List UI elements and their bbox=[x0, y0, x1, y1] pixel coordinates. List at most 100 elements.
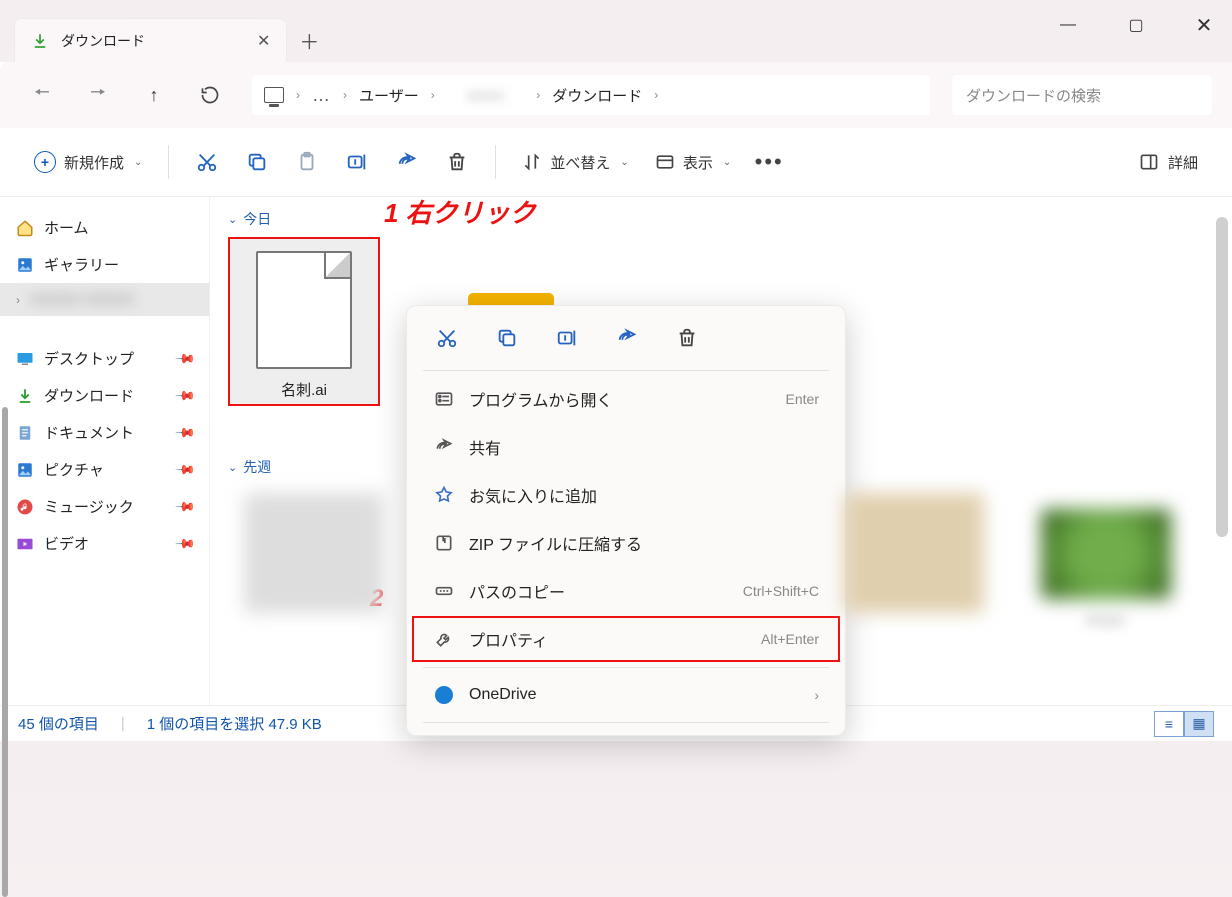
file-name: 名刺.ai bbox=[234, 379, 374, 400]
file-blurred[interactable] bbox=[844, 493, 984, 613]
nav-label: ビデオ bbox=[44, 533, 89, 554]
nav-label: ピクチャ bbox=[44, 459, 104, 480]
minimize-button[interactable]: — bbox=[1052, 16, 1084, 34]
file-blurred[interactable] bbox=[244, 493, 384, 613]
nav-label: ギャラリー bbox=[44, 254, 119, 275]
delete-button[interactable] bbox=[673, 324, 701, 352]
share-button[interactable] bbox=[385, 140, 429, 184]
sort-button[interactable]: 並べ替え ⌄ bbox=[512, 146, 638, 179]
separator bbox=[423, 370, 829, 371]
chevron-right-icon: › bbox=[431, 88, 435, 102]
separator bbox=[423, 722, 829, 723]
rename-button[interactable] bbox=[553, 324, 581, 352]
content-scrollbar[interactable] bbox=[1216, 217, 1228, 537]
nav-pictures[interactable]: ピクチャ 📌 bbox=[0, 451, 209, 488]
nav-label: ドキュメント bbox=[44, 422, 134, 443]
breadcrumb-users[interactable]: ユーザー bbox=[359, 85, 419, 106]
pin-icon: 📌 bbox=[174, 347, 197, 370]
chevron-down-icon: ⌄ bbox=[228, 213, 237, 226]
pictures-icon bbox=[16, 461, 34, 479]
up-button[interactable]: ↑ bbox=[132, 73, 176, 117]
refresh-button[interactable] bbox=[188, 73, 232, 117]
close-window-button[interactable]: ✕ bbox=[1188, 13, 1220, 38]
nav-label: ホーム bbox=[44, 217, 89, 238]
nav-desktop[interactable]: デスクトップ 📌 bbox=[0, 340, 209, 377]
tab-strip: ダウンロード ✕ ＋ bbox=[0, 0, 331, 62]
cut-button[interactable] bbox=[185, 140, 229, 184]
delete-button[interactable] bbox=[435, 140, 479, 184]
maximize-button[interactable]: ▢ bbox=[1120, 15, 1152, 35]
ctx-shortcut: Alt+Enter bbox=[761, 631, 819, 647]
new-tab-button[interactable]: ＋ bbox=[287, 18, 331, 62]
tab-downloads[interactable]: ダウンロード ✕ bbox=[14, 18, 287, 62]
nav-documents[interactable]: ドキュメント 📌 bbox=[0, 414, 209, 451]
nav-label: ダウンロード bbox=[44, 385, 134, 406]
annotation-1: 1 右クリック bbox=[384, 193, 536, 230]
documents-icon bbox=[16, 424, 34, 442]
separator bbox=[495, 145, 496, 179]
chevron-down-icon: ⌄ bbox=[228, 461, 237, 474]
tab-close-icon[interactable]: ✕ bbox=[257, 31, 270, 51]
breadcrumb-overflow[interactable]: … bbox=[312, 85, 331, 106]
back-button[interactable]: 🠔 bbox=[20, 73, 64, 117]
file-tile-selected[interactable]: 名刺.ai bbox=[228, 237, 380, 406]
nav-music[interactable]: ミュージック 📌 bbox=[0, 488, 209, 525]
panel-icon bbox=[1138, 152, 1160, 172]
ctx-open-with[interactable]: プログラムから開く Enter bbox=[411, 375, 841, 423]
ctx-label: プログラムから開く bbox=[469, 387, 613, 411]
search-input[interactable]: ダウンロードの検索 bbox=[952, 75, 1212, 115]
view-icon bbox=[655, 152, 675, 172]
chevron-right-icon: › bbox=[296, 88, 300, 102]
title-bar: ダウンロード ✕ ＋ — ▢ ✕ bbox=[0, 0, 1232, 62]
ctx-shortcut: Enter bbox=[786, 391, 819, 407]
view-label: 表示 bbox=[683, 152, 713, 173]
nav-videos[interactable]: ビデオ 📌 bbox=[0, 525, 209, 562]
new-label: 新規作成 bbox=[64, 152, 124, 173]
download-icon bbox=[31, 32, 49, 50]
videos-icon bbox=[16, 535, 34, 553]
share-button[interactable] bbox=[613, 324, 641, 352]
nav-label: ミュージック bbox=[44, 496, 134, 517]
more-button[interactable]: ••• bbox=[747, 140, 791, 184]
nav-label: デスクトップ bbox=[44, 348, 134, 369]
nav-downloads[interactable]: ダウンロード 📌 bbox=[0, 377, 209, 414]
search-placeholder: ダウンロードの検索 bbox=[966, 85, 1101, 106]
view-details-button[interactable]: ≡ bbox=[1154, 711, 1184, 737]
group-today[interactable]: ⌄ 今日 bbox=[228, 209, 1214, 229]
nav-bar: 🠔 🠖 ↑ › … › ユーザー › xxxxx › ダウンロード › ダウンロ… bbox=[0, 62, 1232, 128]
details-panel-button[interactable]: 詳細 bbox=[1128, 146, 1208, 179]
view-icons-button[interactable]: ▦ bbox=[1184, 711, 1214, 737]
view-toggles: ≡ ▦ bbox=[1154, 711, 1214, 737]
breadcrumb-user-hidden[interactable]: xxxxx bbox=[447, 87, 525, 104]
address-bar[interactable]: › … › ユーザー › xxxxx › ダウンロード › bbox=[252, 75, 930, 115]
copy-button[interactable] bbox=[235, 140, 279, 184]
nav-label: XXXXX XXXXX bbox=[30, 291, 134, 308]
header-section: 🠔 🠖 ↑ › … › ユーザー › xxxxx › ダウンロード › ダウンロ… bbox=[0, 62, 1232, 197]
context-icon-row bbox=[411, 318, 841, 366]
copy-button[interactable] bbox=[493, 324, 521, 352]
plus-circle-icon: + bbox=[34, 151, 56, 173]
rename-button[interactable] bbox=[335, 140, 379, 184]
main-area: ホーム ギャラリー › XXXXX XXXXX デスクトップ 📌 ダウンロード … bbox=[0, 197, 1232, 705]
ctx-share[interactable]: 共有 bbox=[411, 423, 841, 471]
forward-button[interactable]: 🠖 bbox=[76, 73, 120, 117]
nav-user-hidden[interactable]: › XXXXX XXXXX bbox=[0, 283, 209, 316]
nav-home[interactable]: ホーム bbox=[0, 209, 209, 246]
ctx-onedrive[interactable]: OneDrive › bbox=[411, 672, 841, 718]
chevron-down-icon: ⌄ bbox=[620, 157, 628, 168]
cut-button[interactable] bbox=[433, 324, 461, 352]
download-icon bbox=[16, 387, 34, 405]
file-blurred[interactable] bbox=[1041, 509, 1171, 599]
ctx-label: プロパティ bbox=[469, 627, 548, 651]
view-button[interactable]: 表示 ⌄ bbox=[645, 146, 741, 179]
chevron-right-icon: › bbox=[343, 88, 347, 102]
breadcrumb-downloads[interactable]: ダウンロード bbox=[552, 85, 642, 106]
ctx-label: OneDrive bbox=[469, 686, 537, 704]
paste-button[interactable] bbox=[285, 140, 329, 184]
toolbar: + 新規作成 ⌄ 並べ替え ⌄ 表示 ⌄ ••• 詳細 bbox=[0, 128, 1232, 196]
navigation-pane: ホーム ギャラリー › XXXXX XXXXX デスクトップ 📌 ダウンロード … bbox=[0, 197, 210, 705]
music-icon bbox=[16, 498, 34, 516]
new-button[interactable]: + 新規作成 ⌄ bbox=[24, 145, 152, 179]
nav-gallery[interactable]: ギャラリー bbox=[0, 246, 209, 283]
home-icon bbox=[16, 219, 34, 237]
